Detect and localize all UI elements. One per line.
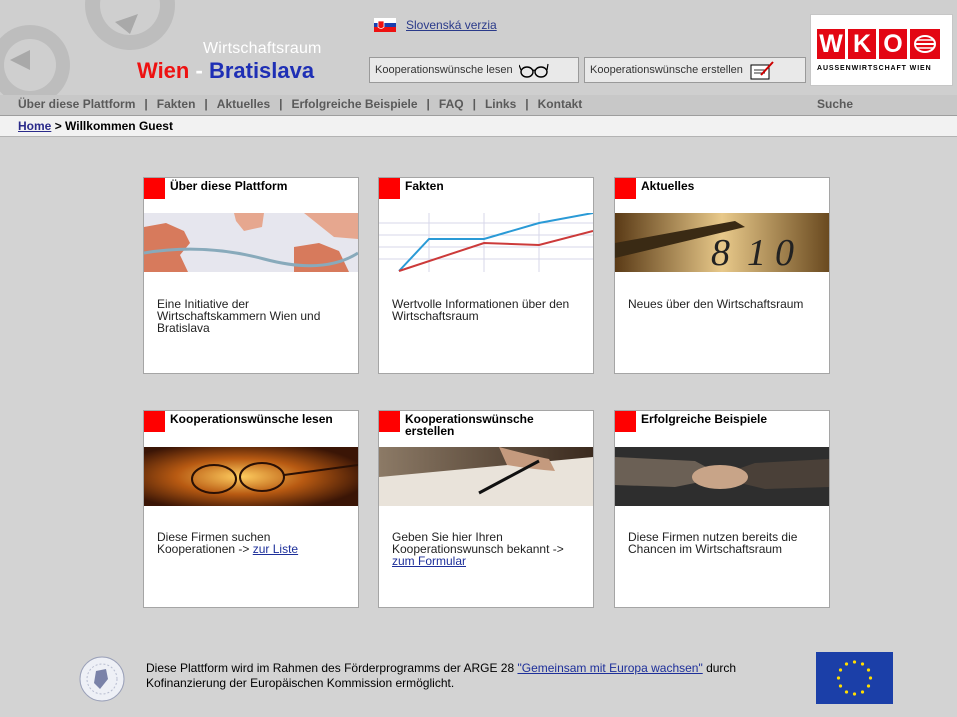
tile-image-pen[interactable] [379, 447, 593, 506]
eu-flag-icon [816, 652, 893, 704]
glasses-icon [518, 63, 549, 78]
tile-header: Über diese Plattform [144, 178, 358, 213]
tile-header: Aktuelles [615, 178, 829, 213]
tile-header: Fakten [379, 178, 593, 213]
wko-logo-letter-w: W [817, 29, 845, 59]
language-switch[interactable]: Slovenská verzia [374, 18, 497, 32]
flag-slovakia-icon[interactable] [374, 18, 396, 32]
svg-text:0: 0 [775, 232, 794, 272]
breadcrumb-home-link[interactable]: Home [18, 119, 51, 133]
tile-title[interactable]: Kooperationswünsche lesen [170, 413, 350, 425]
main-nav: Über diese Plattform | Fakten | Aktuelle… [0, 95, 957, 116]
nav-item-plattform[interactable]: Über diese Plattform [18, 97, 135, 111]
nav-divider: | [426, 97, 430, 111]
tile-image-chart[interactable] [379, 213, 593, 272]
slovak-version-link[interactable]: Slovenská verzia [406, 18, 497, 32]
tile-plattform[interactable]: Über diese Plattform Eine Initiative der… [143, 177, 359, 374]
tile-kooperation-lesen[interactable]: Kooperationswünsche lesen Diese Firmen s… [143, 410, 359, 608]
wko-tagline: AUSSENWIRTSCHAFT WIEN [817, 65, 932, 72]
brand-city-wien: Wien [137, 58, 190, 83]
footer-text: Diese Plattform wird im Rahmen des Förde… [146, 661, 786, 691]
tile-description: Wertvolle Informationen über den Wirtsch… [392, 298, 582, 322]
nav-item-beispiele[interactable]: Erfolgreiche Beispiele [292, 97, 418, 111]
breadcrumb-separator: > [54, 119, 62, 133]
tile-aktuelles[interactable]: Aktuelles 8 1 0 Neues über den Wirtschaf… [614, 177, 830, 374]
tile-title[interactable]: Aktuelles [641, 180, 821, 192]
brand-separator: - [195, 58, 203, 83]
brand-subtitle: Wirtschaftsraum [203, 40, 322, 57]
create-cooperation-label: Kooperationswünsche erstellen [590, 64, 743, 76]
tile-title[interactable]: Über diese Plattform [170, 180, 350, 192]
tile-description: Geben Sie hier Ihren Kooperationswunsch … [392, 531, 582, 567]
tile-image-handshake[interactable] [615, 447, 829, 506]
tile-red-square [615, 178, 636, 199]
tile-kooperation-erstellen[interactable]: Kooperationswünsche erstellen Geben Sie … [378, 410, 594, 608]
header: Wirtschaftsraum Wien - Bratislava Sloven… [0, 0, 957, 96]
tile-desc-text: Wertvolle Informationen über den Wirtsch… [392, 297, 570, 323]
zur-liste-link[interactable]: zur Liste [253, 542, 298, 556]
tile-desc-text: Geben Sie hier Ihren Kooperationswunsch … [392, 530, 564, 556]
tile-fakten[interactable]: Fakten Wertvolle Informationen über den … [378, 177, 594, 374]
nav-divider: | [525, 97, 529, 111]
nav-divider: | [204, 97, 208, 111]
tile-image-glasses[interactable] [144, 447, 358, 506]
svg-text:1: 1 [747, 232, 766, 272]
breadcrumb: Home > Willkommen Guest [0, 116, 957, 137]
wko-logo-letter-o: O [879, 29, 907, 59]
tile-desc-text: Diese Firmen nutzen bereits die Chancen … [628, 530, 798, 556]
nav-search[interactable]: Suche [817, 97, 853, 111]
create-cooperation-button[interactable]: Kooperationswünsche erstellen [584, 57, 806, 83]
gemeinsam-mit-europa-link[interactable]: "Gemeinsam mit Europa wachsen" [517, 661, 702, 675]
nav-items: Über diese Plattform | Fakten | Aktuelle… [18, 97, 582, 111]
tile-image-map[interactable] [144, 213, 358, 272]
tile-red-square [379, 411, 400, 432]
breadcrumb-trail: Home > Willkommen Guest [18, 119, 173, 133]
zum-formular-link[interactable]: zum Formular [392, 554, 466, 568]
wko-logo[interactable]: W K O AUSSENWIRTSCHAFT WIEN [810, 14, 953, 86]
wko-logo-letter-k: K [848, 29, 876, 59]
tile-desc-text: Neues über den Wirtschaftsraum [628, 297, 804, 311]
nav-divider: | [144, 97, 148, 111]
nav-divider: | [279, 97, 283, 111]
nav-item-faq[interactable]: FAQ [439, 97, 464, 111]
tile-description: Eine Initiative der Wirtschaftskammern W… [157, 298, 347, 334]
nav-item-aktuelles[interactable]: Aktuelles [217, 97, 270, 111]
brand-title[interactable]: Wien - Bratislava [137, 58, 314, 84]
tile-red-square [379, 178, 400, 199]
tile-description: Diese Firmen nutzen bereits die Chancen … [628, 531, 818, 555]
svg-text:8: 8 [711, 232, 730, 272]
tile-title[interactable]: Erfolgreiche Beispiele [641, 413, 821, 425]
tile-desc-text: Eine Initiative der Wirtschaftskammern W… [157, 297, 321, 335]
globe-icon [910, 29, 940, 59]
tile-title[interactable]: Kooperationswünsche erstellen [405, 413, 585, 437]
tile-description: Neues über den Wirtschaftsraum [628, 298, 818, 310]
tile-image-clock[interactable]: 8 1 0 [615, 213, 829, 272]
read-cooperation-label: Kooperationswünsche lesen [375, 64, 513, 76]
read-cooperation-button[interactable]: Kooperationswünsche lesen [369, 57, 579, 83]
tile-red-square [144, 411, 165, 432]
tile-red-square [144, 178, 165, 199]
tile-erfolgreiche-beispiele[interactable]: Erfolgreiche Beispiele Diese Firmen nutz… [614, 410, 830, 608]
tile-header: Erfolgreiche Beispiele [615, 411, 829, 447]
nav-item-links[interactable]: Links [485, 97, 516, 111]
nav-item-fakten[interactable]: Fakten [157, 97, 196, 111]
tile-title[interactable]: Fakten [405, 180, 585, 192]
tile-header: Kooperationswünsche erstellen [379, 411, 593, 447]
brand-city-bratislava: Bratislava [208, 58, 315, 83]
nav-divider: | [472, 97, 476, 111]
tile-header: Kooperationswünsche lesen [144, 411, 358, 447]
arge28-logo [79, 656, 125, 702]
footer-text-before: Diese Plattform wird im Rahmen des Förde… [146, 661, 518, 675]
nav-item-kontakt[interactable]: Kontakt [538, 97, 583, 111]
tile-red-square [615, 411, 636, 432]
tile-description: Diese Firmen suchen Kooperationen -> zur… [157, 531, 347, 555]
breadcrumb-current: Willkommen Guest [65, 119, 173, 133]
write-icon [750, 61, 774, 80]
